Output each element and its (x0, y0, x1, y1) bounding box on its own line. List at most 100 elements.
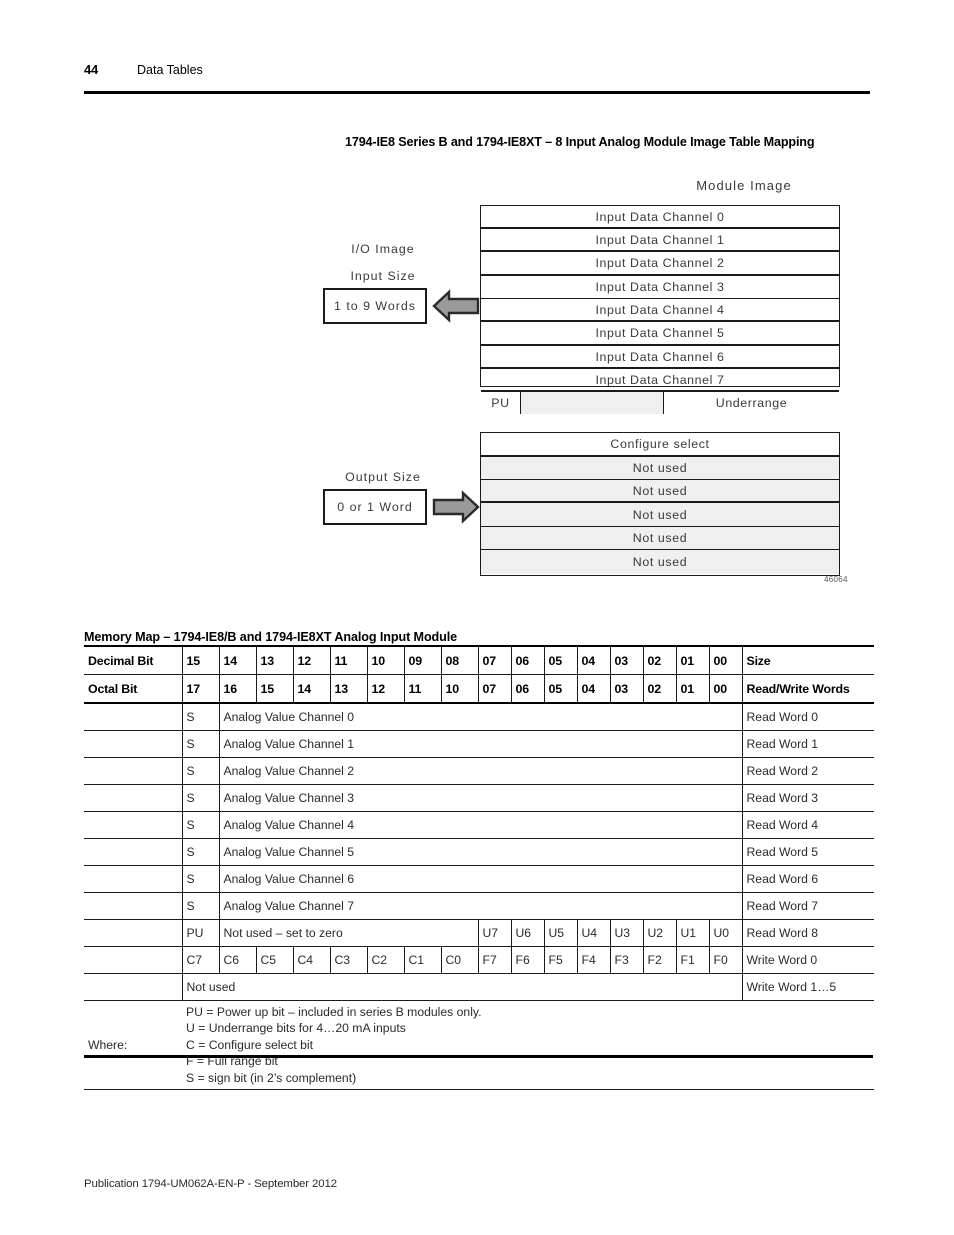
memory-map-table: Decimal Bit 15 14 13 12 11 10 09 08 07 0… (84, 645, 874, 1090)
octal-bit-12: 12 (366, 674, 405, 704)
octal-bit-03: 03 (609, 674, 644, 704)
underrange-bit-u4: U4 (576, 919, 611, 947)
module-output-image-block: Configure select Not used Not used Not u… (480, 432, 840, 576)
decimal-bit-14: 14 (218, 645, 257, 675)
row-spacer (84, 757, 183, 785)
input-row-4: Input Data Channel 4 (481, 299, 839, 322)
input-size-value-box: 1 to 9 Words (323, 288, 427, 324)
readwrite-words-column-label: Read/Write Words (741, 674, 874, 704)
page-number: 44 (84, 62, 99, 77)
row-spacer (84, 919, 183, 947)
not-used-set-to-zero: Not used – set to zero (218, 919, 479, 947)
module-input-image-block: Input Data Channel 0 Input Data Channel … (480, 205, 840, 414)
module-image-label: Module Image (696, 178, 792, 193)
sign-bit-cell: S (181, 838, 220, 866)
sign-bit-cell: S (181, 865, 220, 893)
word-label: Read Word 8 (741, 919, 874, 947)
publication-footer: Publication 1794-UM062A-EN-P - September… (84, 1178, 337, 1190)
config-bit-c7: C7 (181, 946, 220, 974)
config-bit-c4: C4 (292, 946, 331, 974)
decimal-bit-09: 09 (403, 645, 442, 675)
octal-bit-02: 02 (642, 674, 677, 704)
section-title: Data Tables (137, 63, 203, 77)
octal-bit-11: 11 (403, 674, 442, 704)
fullrange-bit-f4: F4 (576, 946, 611, 974)
sign-bit-cell: S (181, 784, 220, 812)
sign-bit-cell: S (181, 811, 220, 839)
input-row-3: Input Data Channel 3 (481, 276, 839, 299)
memory-map-title: Memory Map – 1794-IE8/B and 1794-IE8XT A… (84, 630, 458, 644)
arrow-right-icon (432, 489, 480, 525)
analog-value-desc: Analog Value Channel 5 (218, 838, 743, 866)
sign-bit-cell: S (181, 702, 220, 731)
decimal-bit-02: 02 (642, 645, 677, 675)
input-status-row: PU Underrange (481, 392, 839, 414)
table-row-write-word-1-5: Not used Write Word 1…5 (84, 973, 874, 1001)
row-spacer (84, 865, 183, 893)
config-bit-c2: C2 (366, 946, 405, 974)
arrow-left-icon (432, 288, 480, 324)
fullrange-bit-f7: F7 (477, 946, 512, 974)
table-row: S Analog Value Channel 7 Read Word 7 (84, 892, 874, 920)
row-spacer (84, 946, 183, 974)
word-label: Read Word 2 (741, 757, 874, 785)
word-label: Read Word 3 (741, 784, 874, 812)
word-label: Read Word 4 (741, 811, 874, 839)
fullrange-bit-f6: F6 (510, 946, 545, 974)
power-up-bit-cell: PU (481, 392, 521, 414)
octal-bit-13: 13 (329, 674, 368, 704)
where-label: Where: (84, 1000, 182, 1090)
decimal-bit-11: 11 (329, 645, 368, 675)
underrange-bit-u5: U5 (543, 919, 578, 947)
row-spacer (84, 838, 183, 866)
octal-bit-10: 10 (440, 674, 479, 704)
fullrange-bit-f2: F2 (642, 946, 677, 974)
decimal-bit-01: 01 (675, 645, 710, 675)
octal-bit-16: 16 (218, 674, 257, 704)
config-bit-c3: C3 (329, 946, 368, 974)
output-row-3: Not used (481, 503, 839, 527)
underrange-bit-u1: U1 (675, 919, 710, 947)
io-image-label: I/O Image (351, 242, 415, 256)
octal-bit-05: 05 (543, 674, 578, 704)
power-up-bit-cell: PU (181, 919, 220, 947)
analog-value-desc: Analog Value Channel 1 (218, 730, 743, 758)
analog-value-desc: Analog Value Channel 2 (218, 757, 743, 785)
octal-bit-17: 17 (181, 674, 220, 704)
decimal-bit-04: 04 (576, 645, 611, 675)
table-header-decimal: Decimal Bit 15 14 13 12 11 10 09 08 07 0… (84, 645, 874, 675)
table-row-write-word-0: C7 C6 C5 C4 C3 C2 C1 C0 F7 F6 F5 F4 F3 F… (84, 946, 874, 974)
word-label: Read Word 5 (741, 838, 874, 866)
decimal-bit-06: 06 (510, 645, 545, 675)
decimal-bit-15: 15 (181, 645, 220, 675)
row-spacer (84, 973, 183, 1001)
row-spacer (84, 730, 183, 758)
where-line-c: C = Configure select bit (186, 1037, 314, 1052)
output-row-2: Not used (481, 480, 839, 503)
output-size-label: Output Size (345, 470, 421, 484)
header-rule (84, 91, 870, 94)
where-legend: PU = Power up bit – included in series B… (182, 1000, 874, 1090)
decimal-bit-05: 05 (543, 645, 578, 675)
page-header: 44 Data Tables (84, 62, 870, 92)
row-spacer (84, 811, 183, 839)
word-label: Write Word 1…5 (741, 973, 874, 1001)
config-bit-c5: C5 (255, 946, 294, 974)
decimal-bit-label: Decimal Bit (84, 645, 183, 675)
analog-value-desc: Analog Value Channel 3 (218, 784, 743, 812)
octal-bit-15: 15 (255, 674, 294, 704)
word-label: Read Word 6 (741, 865, 874, 893)
row-spacer (84, 702, 183, 731)
word-label: Read Word 1 (741, 730, 874, 758)
octal-bit-07: 07 (477, 674, 512, 704)
table-header-octal: Octal Bit 17 16 15 14 13 12 11 10 07 06 … (84, 674, 874, 704)
analog-value-desc: Analog Value Channel 7 (218, 892, 743, 920)
octal-bit-01: 01 (675, 674, 710, 704)
decimal-bit-13: 13 (255, 645, 294, 675)
input-row-1: Input Data Channel 1 (481, 229, 839, 252)
sign-bit-cell: S (181, 730, 220, 758)
fullrange-bit-f1: F1 (675, 946, 710, 974)
table-row: S Analog Value Channel 3 Read Word 3 (84, 784, 874, 812)
sign-bit-cell: S (181, 892, 220, 920)
table-row: S Analog Value Channel 4 Read Word 4 (84, 811, 874, 839)
